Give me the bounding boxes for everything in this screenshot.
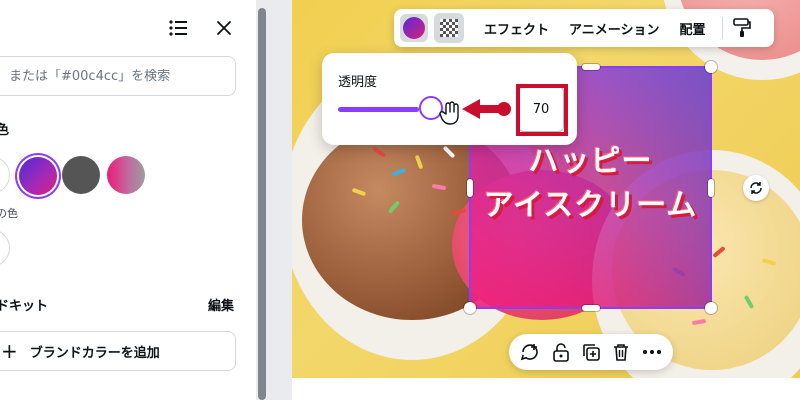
gradient-color-icon [403,17,425,39]
element-quick-actions [509,334,673,370]
canvas-bottom-area [292,378,800,400]
paint-roller-icon[interactable] [729,15,755,41]
panel-scrollbar-thumb[interactable] [258,8,266,400]
hand-cursor-icon [439,101,459,125]
document-colors-label: の色 [0,207,18,220]
transparency-label: 透明度 [338,75,378,90]
brand-kit-edit-link[interactable]: 編集 [208,295,234,314]
resize-handle-bottom-left[interactable] [464,302,476,314]
list-view-icon[interactable] [166,16,190,40]
add-comment-icon[interactable] [517,339,543,365]
color-swatch-pink-gradient[interactable] [107,156,145,194]
rotate-icon[interactable] [743,175,769,201]
position-button[interactable]: 配置 [670,19,716,38]
transparency-checker-icon [440,19,458,37]
effects-button[interactable]: エフェクト [474,19,559,38]
resize-handle-bottom[interactable] [582,305,600,311]
highlight-box [516,84,568,136]
transparency-slider-fill [338,107,419,112]
section-title-color: 色 [0,123,10,138]
color-search-input[interactable] [9,68,235,84]
resize-handle-right[interactable] [708,179,714,197]
add-brand-color-button[interactable]: + ブランドカラーを追加 [0,331,236,371]
workspace-gutter [268,0,292,400]
element-toolbar: エフェクト アニメーション 配置 [394,9,774,47]
more-options-icon[interactable] [639,339,665,365]
plus-icon: + [1,339,18,363]
delete-icon[interactable] [608,339,634,365]
toolbar-divider [721,17,723,39]
animation-button[interactable]: アニメーション [559,19,669,38]
brand-kit-title: ドキット [0,299,49,314]
arrow-left-icon [462,99,511,119]
resize-handle-left[interactable] [467,179,473,197]
duplicate-icon[interactable] [578,339,604,365]
panel-header-actions [166,16,236,40]
color-swatch-gradient-selected[interactable] [19,157,57,195]
color-swatch-dark-gray[interactable] [62,156,100,194]
color-search-field[interactable] [0,56,236,96]
document-color-swatch-white[interactable] [0,229,10,267]
color-side-panel: 色 の色 ドキット 編集 + ブランドカラーを追加 [0,0,256,400]
color-swatch-white[interactable] [0,156,10,194]
lock-icon[interactable] [548,339,574,365]
add-brand-color-label: ブランドカラーを追加 [29,345,160,361]
resize-handle-top[interactable] [582,64,600,70]
fill-color-button[interactable] [400,14,428,42]
resize-handle-top-right[interactable] [705,61,717,73]
transparency-button[interactable] [434,13,464,43]
resize-handle-bottom-right[interactable] [705,302,717,314]
close-icon[interactable] [212,16,236,40]
